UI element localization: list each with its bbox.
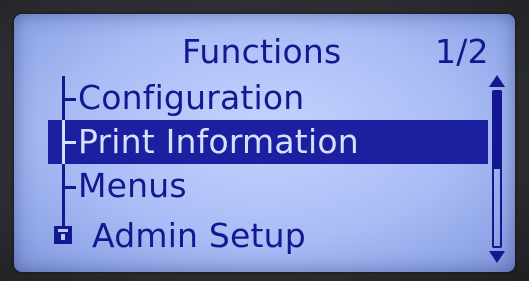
menu-item-print-information[interactable]: Print Information — [48, 120, 488, 164]
lcd-display: Functions 1/2 Configuration Print Inform… — [14, 14, 515, 272]
scroll-down-arrow-icon[interactable] — [488, 250, 506, 264]
scroll-up-arrow-icon[interactable] — [488, 74, 506, 88]
menu-item-label: Configuration — [78, 78, 305, 117]
menu-item-menus[interactable]: Menus — [48, 164, 488, 208]
menu-item-configuration[interactable]: Configuration — [48, 76, 488, 120]
screen-title: Functions — [182, 32, 342, 71]
scroll-thumb[interactable] — [494, 92, 500, 169]
scroll-track[interactable] — [492, 90, 502, 248]
menu-item-admin-setup[interactable]: Admin Setup — [92, 214, 306, 258]
menu-item-label: Menus — [78, 166, 187, 205]
tree-branch-icon — [62, 141, 76, 144]
lock-icon — [54, 226, 72, 244]
scrollbar[interactable] — [488, 74, 506, 264]
menu-item-label: Print Information — [78, 122, 359, 161]
page-indicator: 1/2 — [435, 32, 489, 71]
printer-control-panel: Functions 1/2 Configuration Print Inform… — [0, 0, 529, 281]
menu-item-label: Admin Setup — [92, 216, 306, 255]
